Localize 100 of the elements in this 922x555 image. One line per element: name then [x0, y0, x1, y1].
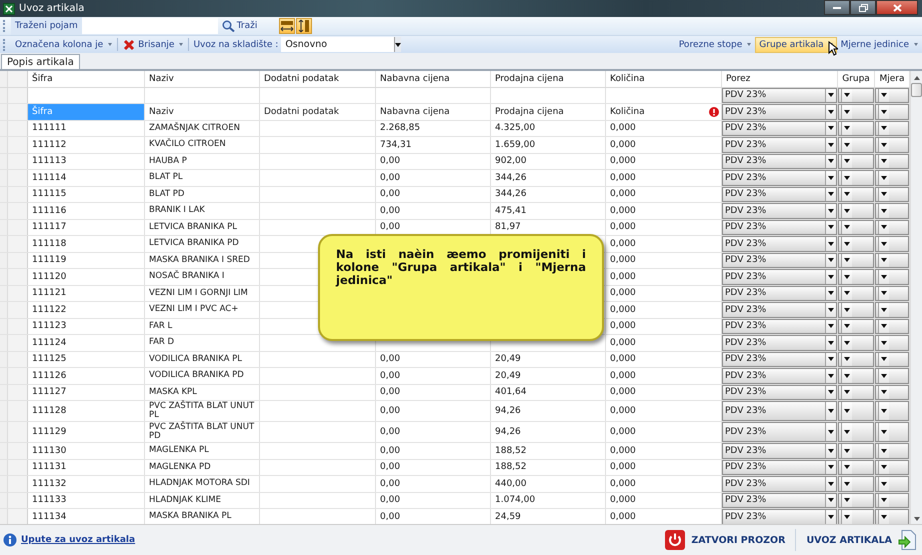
delete-menu[interactable]: Brisanje: [119, 36, 188, 52]
tax-select[interactable]: PDV 23%: [722, 269, 837, 284]
group-select[interactable]: [838, 88, 874, 103]
tax-select[interactable]: PDV 23%: [722, 422, 837, 442]
close-button[interactable]: [876, 0, 918, 15]
column-mapping-cell[interactable]: Dodatni podatak: [260, 104, 376, 120]
group-select[interactable]: [838, 170, 874, 186]
row-header[interactable]: [8, 335, 28, 350]
close-window-button[interactable]: ZATVORI PROZOR: [659, 528, 792, 552]
column-mapping-cell[interactable]: Nabavna cijena: [376, 104, 491, 120]
group-select[interactable]: [838, 236, 874, 252]
unit-select[interactable]: [875, 236, 909, 252]
unit-select[interactable]: [875, 318, 909, 334]
group-select[interactable]: [838, 335, 874, 350]
tax-select[interactable]: PDV 23%: [722, 120, 837, 136]
tax-select[interactable]: PDV 23%: [722, 335, 837, 350]
row-header[interactable]: [8, 492, 28, 508]
group-select[interactable]: [838, 286, 874, 301]
row-header[interactable]: [0, 509, 8, 524]
group-select[interactable]: [838, 302, 874, 318]
autosize-rows-button[interactable]: [296, 18, 312, 34]
row-header[interactable]: [8, 104, 28, 120]
group-select[interactable]: [838, 476, 874, 492]
row-header[interactable]: [8, 443, 28, 458]
row-header[interactable]: [8, 186, 28, 202]
group-select[interactable]: [838, 318, 874, 334]
group-select[interactable]: [838, 509, 874, 524]
tax-select[interactable]: PDV 23%: [722, 203, 837, 218]
row-header[interactable]: [8, 220, 28, 235]
group-select[interactable]: [838, 186, 874, 202]
unit-select[interactable]: [875, 104, 909, 120]
group-select[interactable]: [838, 443, 874, 458]
unit-select[interactable]: [875, 269, 909, 284]
row-header[interactable]: [8, 88, 28, 103]
group-select[interactable]: [838, 492, 874, 508]
row-header[interactable]: [8, 384, 28, 400]
tax-select[interactable]: PDV 23%: [722, 302, 837, 318]
group-select[interactable]: [838, 120, 874, 136]
column-mapping-cell[interactable]: Prodajna cijena: [491, 104, 606, 120]
row-header[interactable]: [8, 352, 28, 367]
group-select[interactable]: [838, 220, 874, 235]
toolbar-menu[interactable]: Grupe artikala: [755, 36, 837, 52]
row-header[interactable]: [8, 460, 28, 475]
minimize-button[interactable]: [824, 0, 850, 15]
tax-select[interactable]: PDV 23%: [722, 170, 837, 186]
tax-select[interactable]: PDV 23%: [722, 318, 837, 334]
toolbar-menu[interactable]: Porezne stope: [674, 36, 756, 52]
unit-select[interactable]: [875, 203, 909, 218]
tax-select[interactable]: PDV 23%: [722, 88, 837, 103]
unit-select[interactable]: [875, 368, 909, 384]
unit-select[interactable]: [875, 120, 909, 136]
tax-select[interactable]: PDV 23%: [722, 352, 837, 367]
row-header[interactable]: [8, 476, 28, 492]
unit-select[interactable]: [875, 88, 909, 103]
unit-select[interactable]: [875, 154, 909, 169]
search-field[interactable]: [82, 18, 218, 34]
scrollbar[interactable]: [910, 71, 922, 524]
tab[interactable]: Popis artikala: [1, 54, 80, 69]
group-select[interactable]: [838, 137, 874, 152]
unit-select[interactable]: [875, 335, 909, 350]
unit-select[interactable]: [875, 509, 909, 524]
unit-select[interactable]: [875, 492, 909, 508]
row-header[interactable]: [8, 120, 28, 136]
tax-select[interactable]: PDV 23%: [722, 401, 837, 421]
group-select[interactable]: [838, 460, 874, 475]
unit-select[interactable]: [875, 302, 909, 318]
row-header[interactable]: [8, 154, 28, 169]
row-header[interactable]: [8, 422, 28, 442]
tax-select[interactable]: PDV 23%: [722, 460, 837, 475]
tax-select[interactable]: PDV 23%: [722, 476, 837, 492]
row-header[interactable]: [8, 203, 28, 218]
tax-select[interactable]: PDV 23%: [722, 368, 837, 384]
row-header[interactable]: [8, 137, 28, 152]
tax-select[interactable]: PDV 23%: [722, 104, 837, 120]
unit-select[interactable]: [875, 476, 909, 492]
maximize-button[interactable]: [850, 0, 876, 15]
unit-select[interactable]: [875, 186, 909, 202]
tax-select[interactable]: PDV 23%: [722, 509, 837, 524]
help-link[interactable]: Upute za uvoz artikala: [21, 535, 136, 545]
row-header[interactable]: [8, 236, 28, 252]
tax-select[interactable]: PDV 23%: [722, 137, 837, 152]
group-select[interactable]: [838, 368, 874, 384]
tax-select[interactable]: PDV 23%: [722, 220, 837, 235]
marked-column-menu[interactable]: Označena kolona je: [11, 36, 116, 52]
tax-select[interactable]: PDV 23%: [722, 186, 837, 202]
search-button[interactable]: Traži: [218, 20, 278, 32]
column-mapping-cell[interactable]: Naziv: [145, 104, 260, 120]
row-header[interactable]: [8, 286, 28, 301]
group-select[interactable]: [838, 154, 874, 169]
row-header[interactable]: [8, 252, 28, 268]
unit-select[interactable]: [875, 384, 909, 400]
unit-select[interactable]: [875, 220, 909, 235]
row-header[interactable]: [8, 509, 28, 524]
row-header[interactable]: [8, 368, 28, 384]
unit-select[interactable]: [875, 460, 909, 475]
tax-select[interactable]: PDV 23%: [722, 236, 837, 252]
unit-select[interactable]: [875, 137, 909, 152]
tax-select[interactable]: PDV 23%: [722, 443, 837, 458]
group-select[interactable]: [838, 352, 874, 367]
unit-select[interactable]: [875, 443, 909, 458]
